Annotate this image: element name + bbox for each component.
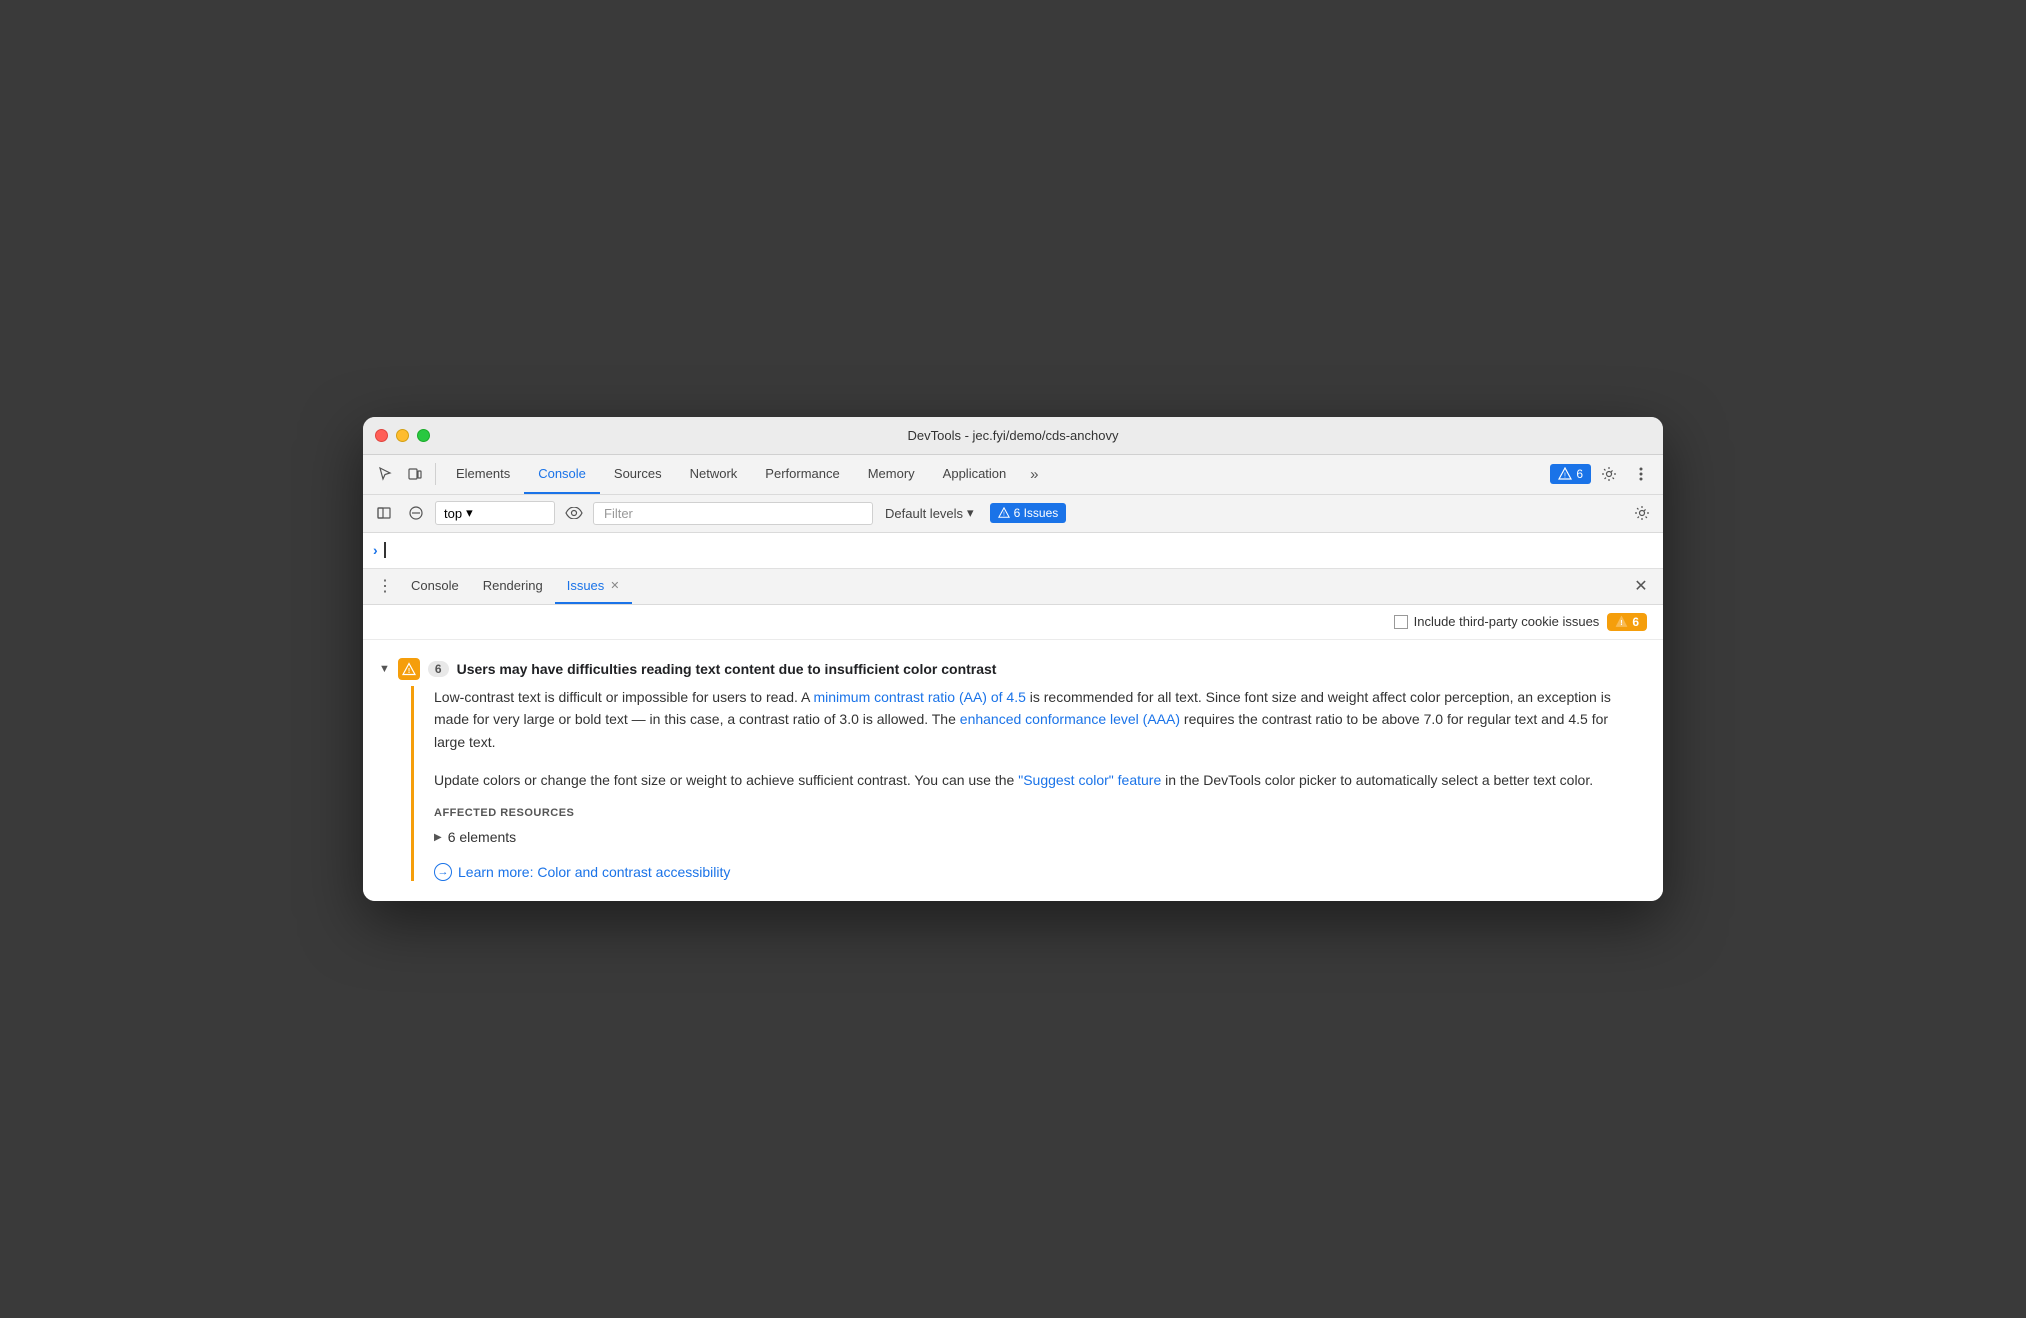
issue-description-p1: Low-contrast text is difficult or imposs… <box>434 686 1639 753</box>
affected-resources: AFFECTED RESOURCES ▶ 6 elements <box>434 807 1639 847</box>
sidebar-show-button[interactable] <box>371 500 397 526</box>
devtools-window: DevTools - jec.fyi/demo/cds-anchovy Elem… <box>363 417 1663 902</box>
bottom-tabs-more-button[interactable]: ⋮ <box>371 572 399 600</box>
link-enhanced-conformance[interactable]: enhanced conformance level (AAA) <box>960 711 1180 727</box>
issues-badge-button[interactable]: ! 6 <box>1550 464 1591 484</box>
bottom-tab-console[interactable]: Console <box>399 568 471 604</box>
maximize-button[interactable] <box>417 429 430 442</box>
console-input-area[interactable]: › <box>363 533 1663 569</box>
device-toggle-button[interactable] <box>401 460 429 488</box>
issue-section: ▼ ! 6 Users may have difficulties readin… <box>363 640 1663 902</box>
tab-performance[interactable]: Performance <box>751 454 853 494</box>
filter-input[interactable] <box>593 502 873 525</box>
issue-count-badge: 6 <box>428 661 449 677</box>
issues-tab-close[interactable]: ✕ <box>610 579 619 592</box>
issues-count-badge[interactable]: ! 6 Issues <box>990 503 1067 523</box>
panel-close-button[interactable]: ✕ <box>1627 572 1655 600</box>
title-bar: DevTools - jec.fyi/demo/cds-anchovy <box>363 417 1663 455</box>
issue-description-p2: Update colors or change the font size or… <box>434 769 1639 791</box>
bottom-panel: ⋮ Console Rendering Issues ✕ ✕ Include t… <box>363 569 1663 902</box>
tab-console[interactable]: Console <box>524 454 600 494</box>
tab-application[interactable]: Application <box>929 454 1021 494</box>
link-contrast-ratio[interactable]: minimum contrast ratio (AA) of 4.5 <box>813 689 1025 705</box>
link-suggest-color[interactable]: "Suggest color" feature <box>1018 772 1161 788</box>
elements-arrow-icon: ▶ <box>434 832 442 843</box>
nav-tabs: Elements Console Sources Network Perform… <box>442 455 1548 494</box>
svg-text:!: ! <box>408 668 410 675</box>
levels-dropdown[interactable]: Default levels ▾ <box>879 502 980 524</box>
issue-warning-icon: ! <box>398 658 420 680</box>
elements-toggle[interactable]: ▶ 6 elements <box>434 827 1639 847</box>
minimize-button[interactable] <box>396 429 409 442</box>
bottom-tabs: ⋮ Console Rendering Issues ✕ ✕ <box>363 569 1663 605</box>
toolbar-separator <box>435 463 436 485</box>
console-cursor <box>384 542 386 558</box>
bottom-tab-issues[interactable]: Issues ✕ <box>555 568 632 604</box>
learn-more-link[interactable]: → Learn more: Color and contrast accessi… <box>434 863 1639 881</box>
console-toolbar: top ▾ Default levels ▾ ! 6 Issues <box>363 495 1663 533</box>
devtools-toolbar: Elements Console Sources Network Perform… <box>363 455 1663 495</box>
tab-network[interactable]: Network <box>676 454 752 494</box>
svg-text:!: ! <box>1621 618 1623 627</box>
traffic-lights <box>375 429 430 442</box>
tab-sources[interactable]: Sources <box>600 454 676 494</box>
issues-options-bar: Include third-party cookie issues ! 6 <box>363 605 1663 640</box>
window-title: DevTools - jec.fyi/demo/cds-anchovy <box>908 428 1119 443</box>
bottom-tab-rendering[interactable]: Rendering <box>471 568 555 604</box>
tab-memory[interactable]: Memory <box>854 454 929 494</box>
issues-count-display: ! 6 <box>1607 613 1647 631</box>
issue-header[interactable]: ▼ ! 6 Users may have difficulties readin… <box>363 652 1663 686</box>
third-party-checkbox[interactable] <box>1394 615 1408 629</box>
console-prompt: › <box>373 542 378 558</box>
console-settings-button[interactable] <box>1629 500 1655 526</box>
learn-more-icon: → <box>434 863 452 881</box>
issues-scroll-container[interactable]: ▼ ! 6 Users may have difficulties readin… <box>363 640 1663 902</box>
issue-title: Users may have difficulties reading text… <box>457 661 997 677</box>
live-expressions-button[interactable] <box>561 500 587 526</box>
third-party-checkbox-label[interactable]: Include third-party cookie issues <box>1394 614 1600 629</box>
issue-content: Low-contrast text is difficult or imposs… <box>411 686 1639 882</box>
tab-elements[interactable]: Elements <box>442 454 524 494</box>
clear-button[interactable] <box>403 500 429 526</box>
toolbar-right: ! 6 <box>1550 460 1655 488</box>
affected-resources-label: AFFECTED RESOURCES <box>434 807 1639 819</box>
context-selector[interactable]: top ▾ <box>435 501 555 525</box>
svg-text:!: ! <box>1564 473 1566 480</box>
settings-button[interactable] <box>1595 460 1623 488</box>
cursor-icon-button[interactable] <box>371 460 399 488</box>
more-tabs-button[interactable]: » <box>1020 460 1048 488</box>
close-button[interactable] <box>375 429 388 442</box>
issue-chevron-icon: ▼ <box>379 663 390 675</box>
issues-panel: Include third-party cookie issues ! 6 ▼ <box>363 605 1663 902</box>
more-options-button[interactable] <box>1627 460 1655 488</box>
